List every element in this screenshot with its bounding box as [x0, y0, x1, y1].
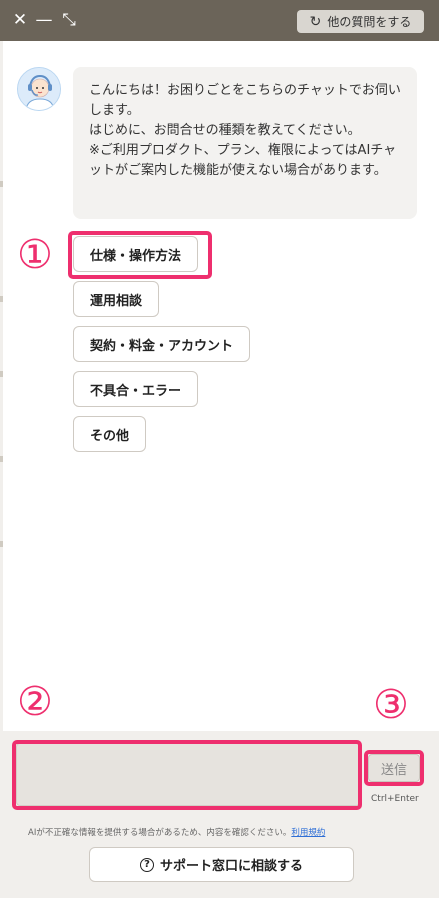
other-question-button[interactable]: ↻ 他の質問をする [297, 10, 424, 33]
title-bar: ✕ — ⤡ ↻ 他の質問をする [0, 0, 439, 41]
close-icon[interactable]: ✕ [10, 10, 30, 30]
bot-message-line: ※ご利用プロダクト、プラン、権限によってはAIチャットがご案内した機能が使えない… [89, 143, 397, 178]
support-label: サポート窓口に相談する [159, 859, 303, 874]
refresh-icon: ↻ [309, 13, 322, 30]
highlight-box-1 [68, 231, 212, 279]
terms-link[interactable]: 利用規約 [291, 828, 325, 838]
support-contact-button[interactable]: ? サポート窓口に相談する [89, 847, 354, 882]
left-edge [0, 41, 3, 731]
highlight-box-3 [364, 750, 424, 786]
bot-avatar [17, 67, 61, 111]
disclaimer-text: AIが不正確な情報を提供する場合があるため、内容を確認ください。 [28, 828, 292, 838]
ai-disclaimer: AIが不正確な情報を提供する場合があるため、内容を確認ください。利用規約 [28, 826, 325, 838]
option-other-button[interactable]: その他 [73, 416, 147, 452]
bot-message-line: はじめに、お問合せの種類を教えてください。 [89, 123, 361, 138]
help-icon: ? [139, 857, 154, 872]
option-operation-consult-button[interactable]: 運用相談 [73, 281, 160, 317]
edge-tick [0, 541, 3, 547]
edge-tick [0, 371, 3, 377]
option-contract-billing-button[interactable]: 契約・料金・アカウント [73, 326, 251, 362]
shortcut-hint: Ctrl+Enter [371, 794, 419, 804]
operator-icon [18, 68, 60, 110]
annotation-marker-1: ① [17, 232, 53, 278]
annotation-marker-2: ② [17, 679, 53, 725]
highlight-box-2 [12, 740, 362, 810]
edge-tick [0, 456, 3, 462]
edge-tick [0, 181, 3, 187]
bot-message-line: こんにちは！お困りごとをこちらのチャットでお伺いします。 [89, 83, 401, 118]
option-bug-error-button[interactable]: 不具合・エラー [73, 371, 199, 407]
other-question-label: 他の質問をする [327, 15, 412, 29]
shrink-icon[interactable]: ⤡ [59, 10, 79, 30]
edge-tick [0, 296, 3, 302]
minimize-icon[interactable]: — [34, 10, 54, 30]
annotation-marker-3: ③ [373, 682, 409, 728]
bot-message-bubble: こんにちは！お困りごとをこちらのチャットでお伺いします。 はじめに、お問合せの種… [73, 67, 417, 219]
